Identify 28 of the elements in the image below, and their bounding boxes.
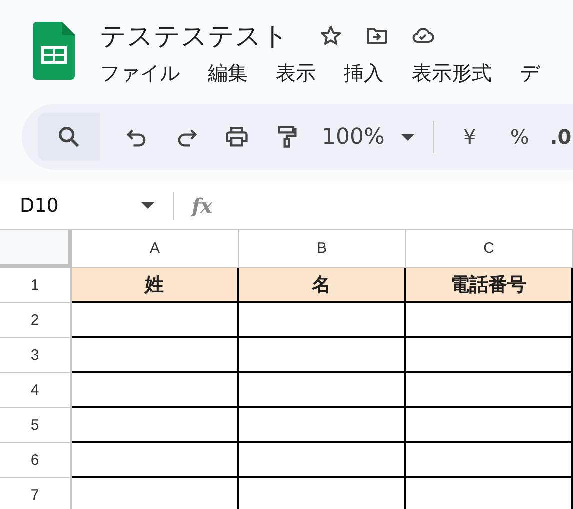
search-button[interactable] [38,113,100,161]
menu-item[interactable]: 編集 [208,60,248,87]
menu-item[interactable]: 表示 [276,60,316,87]
formula-label: fx [192,194,213,218]
table-cell: 姓 [72,268,239,303]
menu-item[interactable]: 挿入 [344,60,384,87]
currency-button[interactable]: ¥ [450,117,490,157]
row-header[interactable]: 4 [0,373,72,408]
caret-icon [400,134,415,140]
spreadsheet-logo-icon[interactable] [33,22,75,80]
percent-button[interactable]: % [500,117,540,157]
menu-item[interactable]: ファイル [100,60,180,87]
row-header[interactable]: 7 [0,478,72,509]
row-header[interactable]: 3 [0,338,72,373]
table-cell: 電話番号 [406,268,573,303]
decimal-button[interactable]: .0 [550,117,572,157]
menu-item[interactable]: 表示形式 [412,60,492,87]
cell-reference-field[interactable]: D10 [0,194,155,216]
row-header[interactable]: 2 [0,303,72,338]
row-header[interactable]: 6 [0,443,72,478]
menu-item[interactable]: デ [520,60,540,87]
caret-icon [141,202,155,209]
search-icon [56,124,82,150]
document-title[interactable]: テステステスト [100,18,289,54]
zoom-dropdown[interactable]: 100% [322,117,415,157]
row-header[interactable]: 5 [0,408,72,443]
star-icon[interactable] [319,24,343,48]
table-cell: 名 [239,268,406,303]
